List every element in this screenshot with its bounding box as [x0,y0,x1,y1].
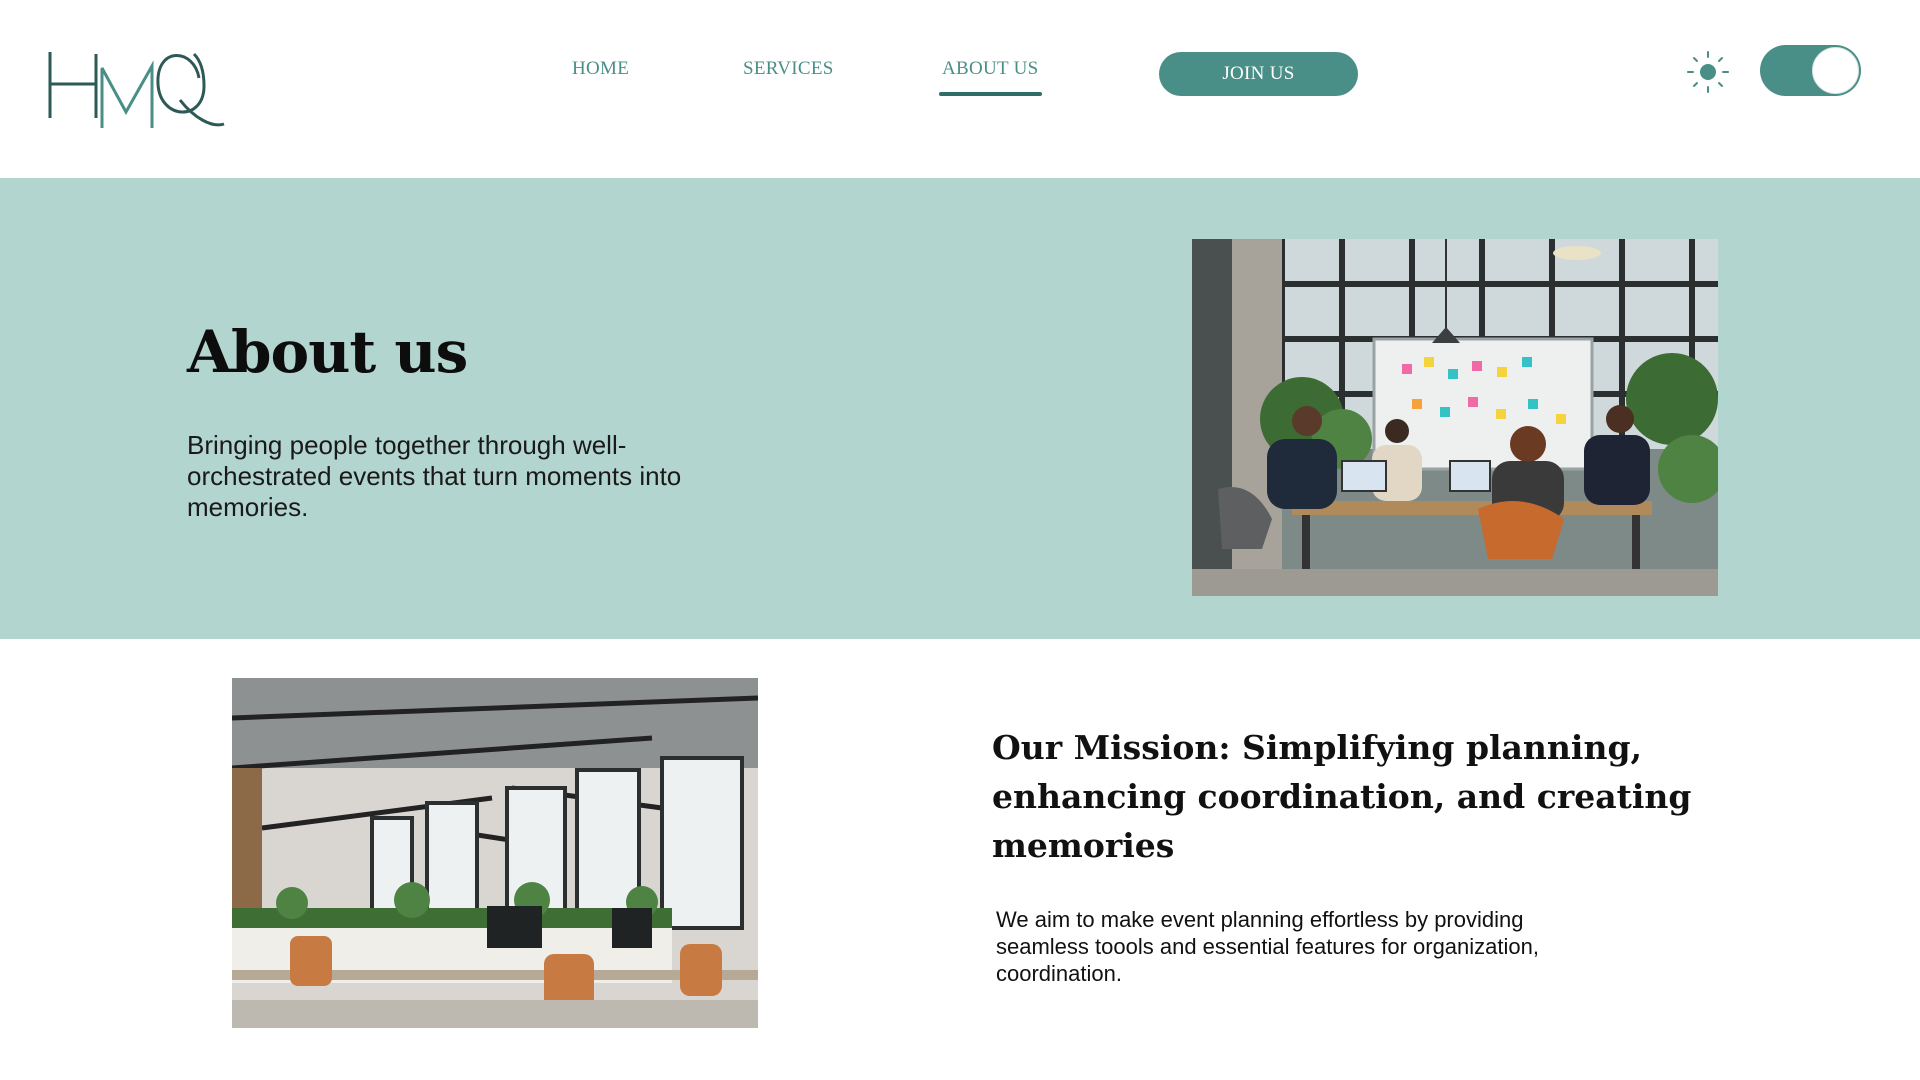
theme-toggle[interactable] [1760,45,1861,96]
mission-title: Our Mission: Simplifying planning, enhan… [992,728,1692,865]
toggle-knob [1812,47,1859,94]
nav-home[interactable]: HOME [572,58,629,88]
nav-about-us[interactable]: ABOUT US [942,58,1039,88]
team-meeting-photo [1192,239,1718,596]
site-header: HOME SERVICES ABOUT US JOIN US [0,0,1920,178]
active-nav-indicator [939,92,1042,96]
nav-services[interactable]: SERVICES [743,58,834,88]
office-interior-photo [232,678,758,1028]
join-us-label: JOIN US [1222,63,1295,84]
join-us-button[interactable]: JOIN US [1159,52,1358,96]
hmq-logo[interactable] [44,40,229,145]
page-title: About us [187,318,468,386]
mission-description: We aim to make event planning effortless… [996,907,1539,986]
about-hero: About us Bringing people together throug… [0,178,1920,639]
sun-icon[interactable] [1686,50,1730,94]
hero-description: Bringing people together through well-or… [187,430,682,522]
